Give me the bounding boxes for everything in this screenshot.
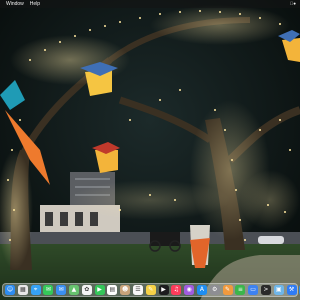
menu-help[interactable]: Help (30, 0, 40, 8)
xcode-icon[interactable]: ⚒ (286, 285, 297, 295)
system-settings-icon[interactable]: ⚙ (209, 285, 220, 295)
photos-icon[interactable]: ✿ (81, 285, 92, 295)
wallpaper-image (0, 0, 300, 300)
menu-window[interactable]: Window (6, 0, 24, 8)
preview-icon[interactable]: ▣ (273, 285, 284, 295)
mail-icon[interactable]: ✉ (56, 285, 67, 295)
music-icon[interactable]: ♫ (171, 285, 182, 295)
contacts-icon[interactable]: ☻ (120, 285, 131, 295)
messages-icon[interactable]: ✉ (43, 285, 54, 295)
terminal-icon[interactable]: > (260, 285, 271, 295)
numbers-icon[interactable]: ≡ (235, 285, 246, 295)
appstore-blue-icon[interactable]: A (299, 285, 300, 295)
facetime-icon[interactable]: ▶ (94, 285, 105, 295)
launchpad-icon[interactable]: ▦ (17, 285, 28, 295)
maps-icon[interactable]: ▲ (68, 285, 79, 295)
dock: ☺▦⌖✉✉▲✿▶▤☻☰✎▶♫◉A⚙✎≡▭>▣⚒A⇩♲ (2, 283, 300, 297)
notes-icon[interactable]: ✎ (145, 285, 156, 295)
menu-bar: Window Help ● (0, 0, 300, 8)
reminders-icon[interactable]: ☰ (132, 285, 143, 295)
menu-status-icons[interactable]: ● (290, 0, 296, 8)
pages-icon[interactable]: ✎ (222, 285, 233, 295)
keynote-icon[interactable]: ▭ (248, 285, 259, 295)
finder-icon[interactable]: ☺ (5, 285, 15, 295)
calendar-icon[interactable]: ▤ (107, 285, 118, 295)
safari-icon[interactable]: ⌖ (30, 285, 41, 295)
appstore-icon[interactable]: A (196, 285, 207, 295)
tv-icon[interactable]: ▶ (158, 285, 169, 295)
desktop: Window Help ● ☺▦⌖✉✉▲✿▶▤☻☰✎▶♫◉A⚙✎≡▭>▣⚒A⇩… (0, 0, 300, 300)
podcasts-icon[interactable]: ◉ (184, 285, 195, 295)
